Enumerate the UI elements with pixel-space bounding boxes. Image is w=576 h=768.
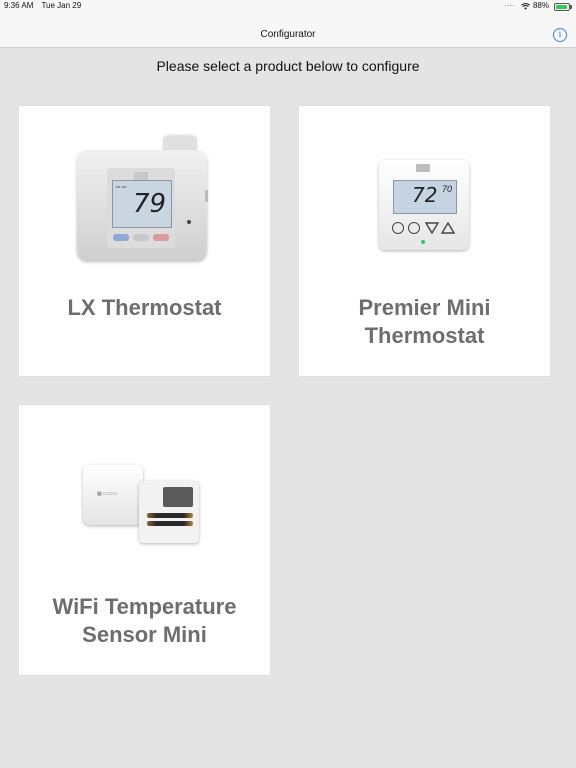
- product-label: LX Thermostat: [67, 295, 222, 320]
- battery-level: [556, 5, 567, 9]
- status-bar: 9:36 AM Tue Jan 29 ···· 88%: [0, 0, 576, 14]
- product-label: Premier Mini Thermostat: [358, 295, 491, 348]
- thermostat-button-icon: [153, 234, 169, 241]
- display-setpoint: 70: [441, 184, 452, 194]
- mode-button-icon: [392, 222, 404, 234]
- thermostat-button-icon: [133, 234, 149, 241]
- display-temperature: 79: [133, 189, 167, 219]
- instruction-text: Please select a product below to configu…: [156, 58, 420, 74]
- status-date: Tue Jan 29: [41, 1, 82, 10]
- thermostat-button-icon: [113, 234, 129, 241]
- thermostat-display: ═ ═ 79: [112, 180, 172, 228]
- premier-mini-thermostat-image: 72 70: [379, 160, 469, 250]
- product-label: WiFi Temperature Sensor Mini: [52, 594, 237, 647]
- signal-dots-icon: ····: [504, 1, 515, 10]
- sensor-base: [139, 481, 199, 543]
- fan-button-icon: [408, 222, 420, 234]
- battery-percent: 88%: [532, 1, 549, 10]
- display-temperature: 72: [412, 183, 438, 207]
- battery-icon: [554, 3, 572, 11]
- info-icon[interactable]: i: [553, 28, 567, 42]
- product-card-wifi-temperature-sensor-mini[interactable]: ▦ ▭▭▭ WiFi Temperature Sensor Mini: [19, 405, 270, 675]
- brand-logo-icon: [416, 164, 430, 172]
- brand-logo-icon: [134, 172, 148, 180]
- brand-logo-icon: ▦ ▭▭▭: [97, 491, 118, 497]
- battery-cell-icon: [147, 521, 193, 526]
- wifi-icon: [521, 2, 530, 10]
- navigation-bar: Configurator i: [0, 14, 576, 48]
- status-time: 9:36 AM: [4, 1, 34, 10]
- configurator-screen: 9:36 AM Tue Jan 29 ···· 88% Configurator…: [0, 0, 576, 768]
- circuit-board-icon: [163, 487, 193, 507]
- product-card-lx-thermostat[interactable]: ═ ═ 79 LX Thermostat: [19, 106, 270, 376]
- product-card-premier-mini-thermostat[interactable]: 72 70 Premier Mini Thermostat: [299, 106, 550, 376]
- battery-cell-icon: [147, 513, 193, 518]
- page-title: Configurator: [260, 29, 316, 40]
- arrow-buttons-icon: [425, 222, 455, 235]
- thermostat-display: 72 70: [393, 180, 457, 214]
- sensor-cover: ▦ ▭▭▭: [83, 465, 143, 525]
